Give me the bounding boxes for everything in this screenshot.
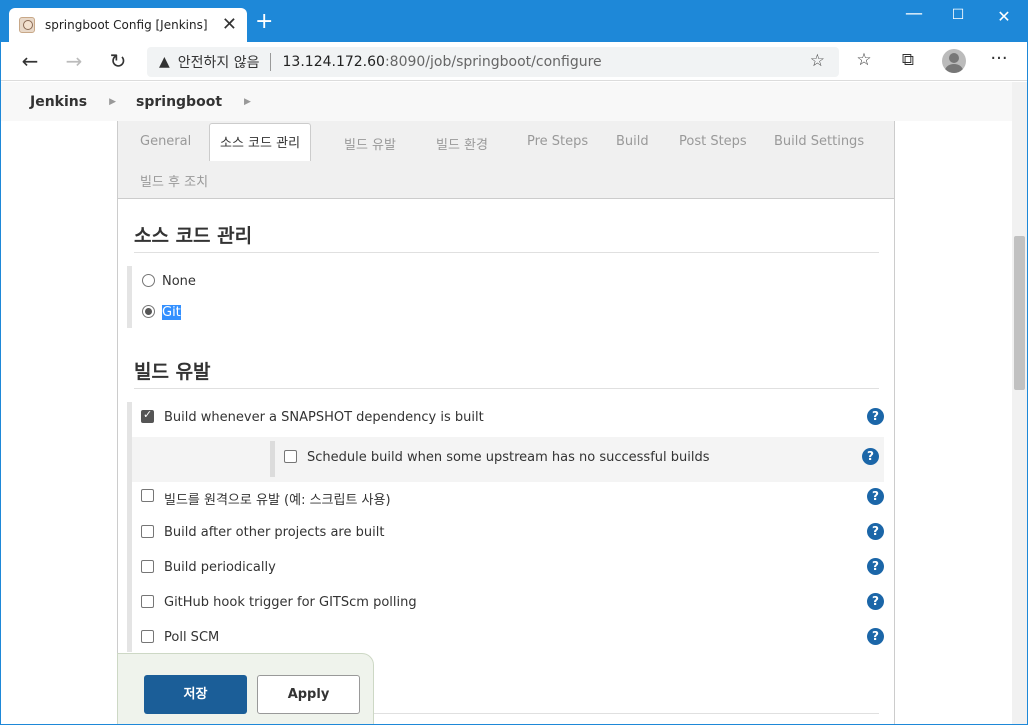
help-icon[interactable]: ? [867,558,884,575]
help-icon[interactable]: ? [867,628,884,645]
breadcrumb-arrow-icon[interactable]: ▶ [109,97,116,107]
periodically-label[interactable]: Build periodically [164,560,276,575]
new-tab-button[interactable]: + [255,11,273,33]
url-path[interactable]: :8090/job/springboot/configure [385,54,602,70]
config-tab-bar: General 소스 코드 관리 빌드 유발 빌드 환경 Pre Steps B… [118,121,894,199]
after-other-checkbox[interactable] [141,525,154,538]
breadcrumb-jenkins[interactable]: Jenkins [30,94,87,110]
close-window-button[interactable]: ✕ [994,7,1014,26]
snapshot-label[interactable]: Build whenever a SNAPSHOT dependency is … [164,410,484,425]
poll-scm-label[interactable]: Poll SCM [164,630,219,645]
breadcrumb: Jenkins ▶ springboot ▶ [1,82,1012,121]
form-button-bar: 저장 Apply [117,653,374,724]
apply-button[interactable]: Apply [257,675,360,714]
after-other-label[interactable]: Build after other projects are built [164,525,384,540]
section-divider [374,713,879,714]
browser-window: springboot Config [Jenkins] ✕ + — ☐ ✕ ← … [0,0,1028,725]
help-icon[interactable]: ? [867,593,884,610]
tab-build[interactable]: Build [616,134,649,149]
minimize-button[interactable]: — [904,3,924,24]
periodically-checkbox[interactable] [141,560,154,573]
reload-icon[interactable]: ↻ [106,50,130,74]
breadcrumb-springboot[interactable]: springboot [136,94,222,110]
help-icon[interactable]: ? [867,523,884,540]
page-scrollbar[interactable] [1012,82,1027,724]
url-separator [269,53,271,71]
save-button[interactable]: 저장 [144,675,247,714]
snapshot-checkbox[interactable] [141,408,154,423]
tab-build-settings[interactable]: Build Settings [774,134,864,149]
scm-git-label[interactable]: Git [162,305,181,320]
scm-none-label[interactable]: None [162,274,196,289]
browser-tab[interactable]: springboot Config [Jenkins] ✕ [9,8,247,42]
jenkins-favicon-icon [19,17,35,33]
insecure-label[interactable]: 안전하지 않음 [178,52,260,72]
schedule-upstream-label[interactable]: Schedule build when some upstream has no… [307,450,710,465]
github-hook-checkbox[interactable] [141,595,154,608]
breadcrumb-arrow-icon[interactable]: ▶ [244,97,251,107]
help-icon[interactable]: ? [867,408,884,425]
maximize-button[interactable]: ☐ [948,7,968,23]
tab-pre-steps[interactable]: Pre Steps [527,134,588,149]
collections-icon[interactable]: ⧉ [897,50,919,70]
tab-build-environment[interactable]: 빌드 환경 [436,134,488,153]
scm-option-bar [127,266,132,328]
main-content: General 소스 코드 관리 빌드 유발 빌드 환경 Pre Steps B… [1,121,1012,724]
nested-option-bar [270,441,275,477]
scm-git-radio[interactable] [142,305,155,318]
help-icon[interactable]: ? [862,448,879,465]
favorite-star-icon[interactable]: ☆ [810,51,825,71]
tab-close-icon[interactable]: ✕ [222,16,237,34]
profile-avatar[interactable] [942,49,966,73]
more-menu-icon[interactable]: ··· [988,48,1010,69]
favorites-list-icon[interactable]: ☆ [853,50,875,70]
url-field[interactable]: ▲ 안전하지 않음 13.124.172.60 :8090/job/spring… [147,47,839,77]
address-toolbar: ← → ↻ ▲ 안전하지 않음 13.124.172.60 :8090/job/… [1,42,1027,81]
back-arrow-icon[interactable]: ← [18,50,42,74]
config-panel: General 소스 코드 관리 빌드 유발 빌드 환경 Pre Steps B… [117,121,895,724]
scrollbar-thumb[interactable] [1014,236,1025,390]
tab-source-code-management[interactable]: 소스 코드 관리 [209,123,312,161]
scm-section-title: 소스 코드 관리 [134,221,879,253]
tab-general[interactable]: General [140,134,191,149]
remote-trigger-checkbox[interactable] [141,489,154,502]
url-host[interactable]: 13.124.172.60 [283,54,385,70]
tab-build-triggers[interactable]: 빌드 유발 [344,134,396,153]
remote-trigger-label[interactable]: 빌드를 원격으로 유발 (예: 스크립트 사용) [164,489,391,508]
triggers-section-title: 빌드 유발 [134,357,879,389]
tab-title: springboot Config [Jenkins] [45,18,208,32]
forward-arrow-icon[interactable]: → [62,50,86,74]
schedule-upstream-checkbox[interactable] [284,450,297,463]
tab-post-steps[interactable]: Post Steps [679,134,747,149]
title-bar: springboot Config [Jenkins] ✕ + — ☐ ✕ [1,1,1027,42]
warning-icon[interactable]: ▲ [159,54,170,70]
scm-none-radio[interactable] [142,274,155,287]
poll-scm-checkbox[interactable] [141,630,154,643]
tab-post-build-actions[interactable]: 빌드 후 조치 [140,171,208,190]
github-hook-label[interactable]: GitHub hook trigger for GITScm polling [164,595,417,610]
help-icon[interactable]: ? [867,488,884,505]
